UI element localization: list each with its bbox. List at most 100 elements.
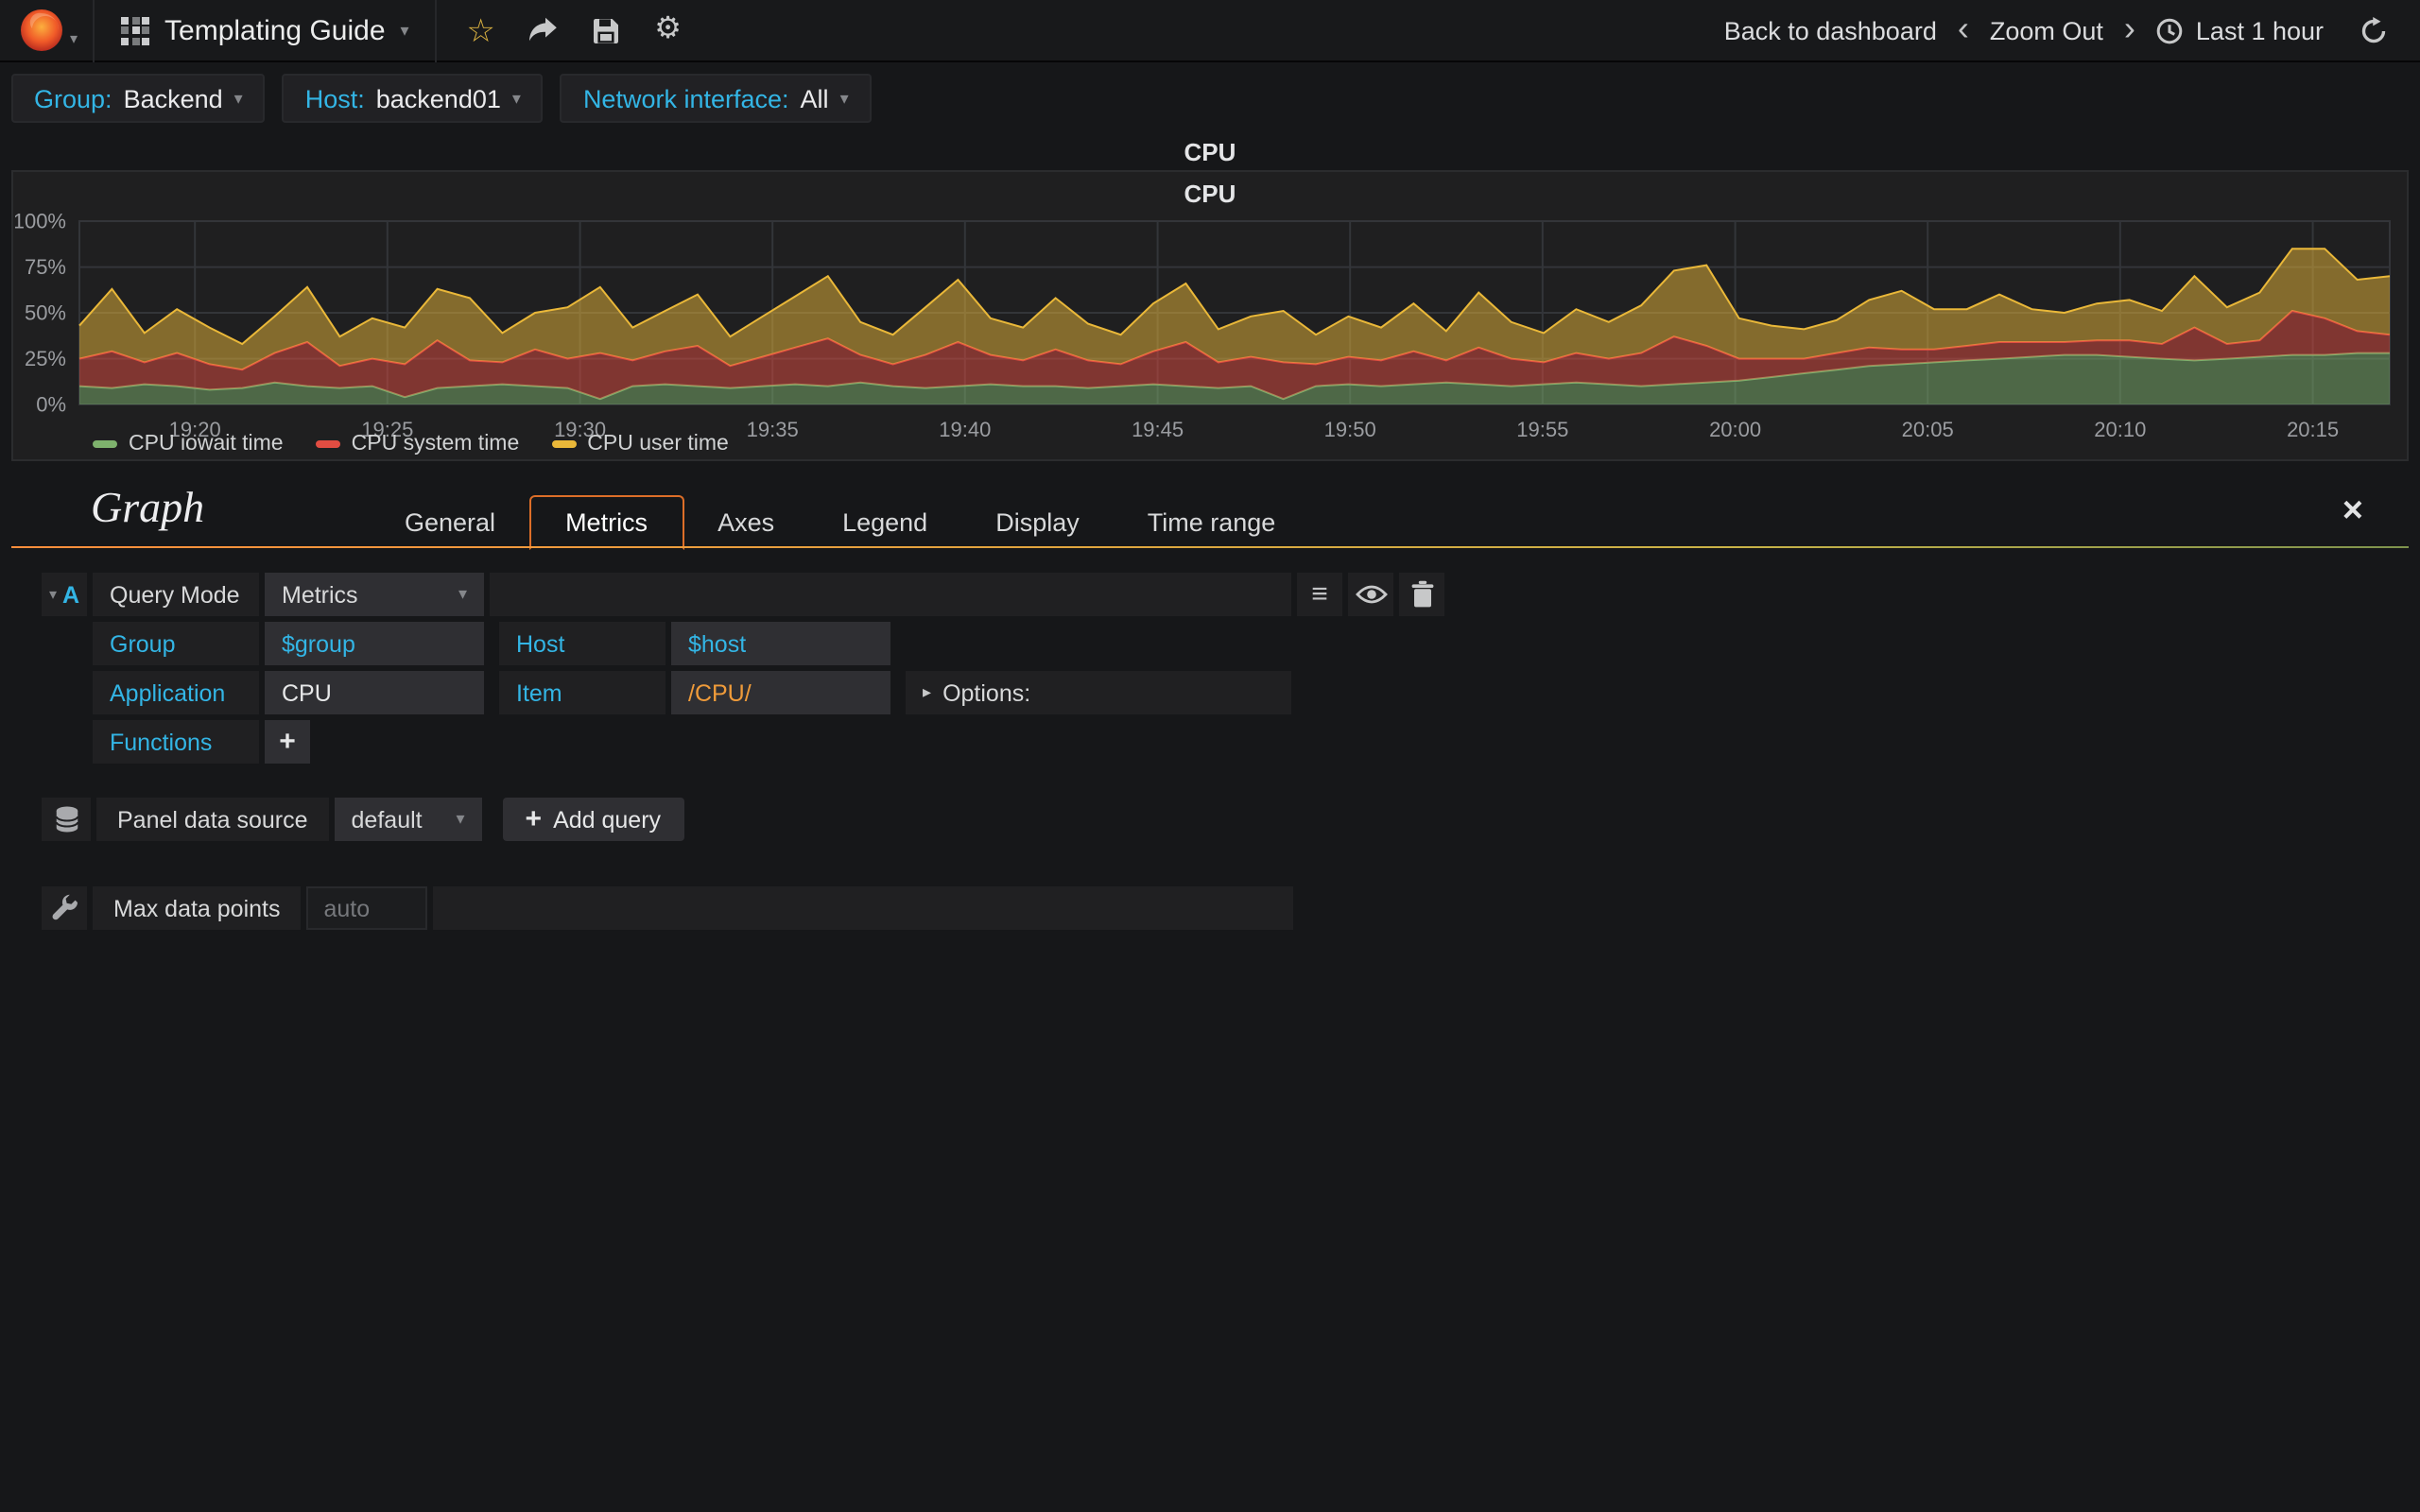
cpu-chart-svg: 0%25%50%75%100%19:20 19:25 19:30 19:35 19:40…: [15, 212, 2391, 441]
template-var-value: backend01: [375, 84, 501, 112]
zoom-out-button[interactable]: Zoom Out: [1990, 16, 2103, 44]
svg-text:25%: 25%: [25, 347, 66, 370]
eye-icon: [1355, 585, 1387, 604]
max-data-points-input[interactable]: [306, 886, 428, 930]
refresh-icon[interactable]: [2356, 13, 2390, 47]
save-icon[interactable]: [589, 13, 623, 47]
item-input[interactable]: /CPU/: [671, 671, 890, 714]
query-ref-id: A: [61, 581, 80, 608]
legend-item[interactable]: CPU iowait time: [93, 433, 284, 455]
legend-item[interactable]: CPU system time: [315, 433, 519, 455]
query-menu-button[interactable]: ≡: [1297, 573, 1342, 616]
legend-color-dash: [93, 440, 117, 448]
template-var-value: Backend: [123, 84, 223, 112]
clock-icon: [2157, 17, 2184, 43]
svg-text:19:55: 19:55: [1516, 418, 1568, 441]
template-var-host[interactable]: Host: backend01 ▾: [282, 74, 544, 123]
star-icon[interactable]: ☆: [464, 13, 498, 47]
group-label: Group: [93, 622, 259, 665]
group-input[interactable]: $group: [265, 622, 484, 665]
query-mode-dropdown[interactable]: Metrics ▾: [265, 573, 484, 616]
template-var-label: Network interface:: [582, 84, 789, 112]
legend-item[interactable]: CPU user time: [551, 433, 729, 455]
settings-gear-icon[interactable]: ⚙: [651, 13, 685, 47]
query-mode-value: Metrics: [282, 581, 358, 608]
navbar-right: Back to dashboard ‹ Zoom Out › Last 1 ho…: [1724, 11, 2420, 47]
tab-legend[interactable]: Legend: [808, 497, 961, 548]
grafana-menu-button[interactable]: ▾: [0, 0, 93, 60]
grafana-logo: [21, 9, 62, 51]
add-query-label: Add query: [553, 806, 662, 833]
dashboard-grid-icon: [121, 16, 150, 44]
query-row-functions: Functions +: [93, 720, 316, 764]
svg-text:20:05: 20:05: [1902, 418, 1954, 441]
chevron-right-icon[interactable]: ›: [2124, 11, 2135, 45]
options-toggle[interactable]: ▸ Options:: [906, 671, 1291, 714]
options-icon-cell: [42, 886, 87, 930]
panel-type-title: Graph: [91, 484, 205, 531]
legend-color-dash: [551, 440, 577, 448]
chevron-right-icon: ▸: [923, 682, 932, 701]
template-var-netif[interactable]: Network interface: All ▾: [560, 74, 872, 123]
chevron-down-icon: ▾: [458, 584, 467, 603]
tab-axes[interactable]: Axes: [683, 497, 808, 548]
grafana-app: ▾ Templating Guide ▾ ☆ ⚙ Back to dashboa…: [0, 0, 2420, 1512]
add-function-button[interactable]: +: [265, 720, 310, 764]
svg-text:19:40: 19:40: [939, 418, 991, 441]
query-row-group-host: Group $group Host $host: [93, 622, 896, 665]
query-ref-toggle[interactable]: ▾ A: [42, 573, 87, 616]
dashboard-title: Templating Guide: [164, 14, 386, 46]
add-query-button[interactable]: + Add query: [502, 798, 684, 841]
wrench-icon: [51, 894, 77, 920]
tab-display[interactable]: Display: [961, 497, 1114, 548]
tab-general[interactable]: General: [371, 497, 529, 548]
datasource-value: default: [351, 806, 423, 833]
editor-header: Graph General Metrics Axes Legend Displa…: [11, 484, 2409, 550]
panel-header-title[interactable]: CPU: [0, 138, 2420, 166]
item-label: Item: [499, 671, 666, 714]
graph-panel: CPU 0% 25% 50% 75% 100% 19:20 19:25 19:30 19:35 1…: [11, 170, 2409, 461]
svg-text:20:00: 20:00: [1709, 418, 1761, 441]
database-icon: [54, 806, 78, 833]
application-input[interactable]: CPU: [265, 671, 484, 714]
chevron-down-icon: ▾: [400, 20, 409, 39]
dashboard-title-dropdown[interactable]: Templating Guide ▾: [95, 0, 436, 60]
tab-time-range[interactable]: Time range: [1114, 497, 1310, 548]
legend-label: CPU iowait time: [129, 433, 284, 455]
datasource-dropdown[interactable]: default ▾: [334, 798, 482, 841]
close-icon[interactable]: ×: [2342, 493, 2363, 529]
chevron-down-icon: ▾: [70, 29, 78, 46]
template-var-label: Host:: [304, 84, 365, 112]
chart-legend: CPU iowait time CPU system time CPU user t…: [93, 433, 729, 455]
svg-text:0%: 0%: [36, 393, 66, 417]
svg-text:75%: 75%: [25, 255, 66, 279]
query-row-a: ▾ A Query Mode Metrics ▾ ≡: [42, 573, 1444, 616]
query-toggle-visibility-button[interactable]: [1348, 573, 1393, 616]
panel-title[interactable]: CPU: [13, 172, 2407, 208]
navbar-actions: ☆ ⚙: [438, 13, 712, 47]
query-row-app-item: Application CPU Item /CPU/ ▸ Options:: [93, 671, 1291, 714]
time-picker-button[interactable]: Last 1 hour: [2156, 16, 2324, 44]
tab-underline: [11, 546, 2409, 548]
query-delete-button[interactable]: [1399, 573, 1444, 616]
chevron-down-icon: ▾: [511, 88, 521, 107]
template-var-label: Group:: [34, 84, 112, 112]
editor-tabs: General Metrics Axes Legend Display Time…: [371, 495, 1310, 550]
chevron-down-icon: ▾: [233, 88, 243, 107]
legend-color-dash: [315, 440, 340, 448]
chevron-left-icon[interactable]: ‹: [1958, 11, 1969, 45]
share-icon[interactable]: [527, 13, 561, 47]
back-to-dashboard-button[interactable]: Back to dashboard: [1724, 16, 1937, 44]
plus-icon: +: [525, 803, 543, 835]
svg-text:20:15: 20:15: [2287, 418, 2339, 441]
chevron-down-icon: ▾: [839, 88, 849, 107]
datasource-icon-cell: [42, 798, 91, 841]
template-var-group[interactable]: Group: Backend ▾: [11, 74, 266, 123]
svg-text:50%: 50%: [25, 301, 66, 325]
functions-label: Functions: [93, 720, 259, 764]
svg-text:20:10: 20:10: [2094, 418, 2146, 441]
max-data-points-row: Max data points: [42, 886, 1293, 930]
svg-text:19:45: 19:45: [1132, 418, 1184, 441]
host-input[interactable]: $host: [671, 622, 890, 665]
tab-metrics[interactable]: Metrics: [529, 495, 684, 550]
